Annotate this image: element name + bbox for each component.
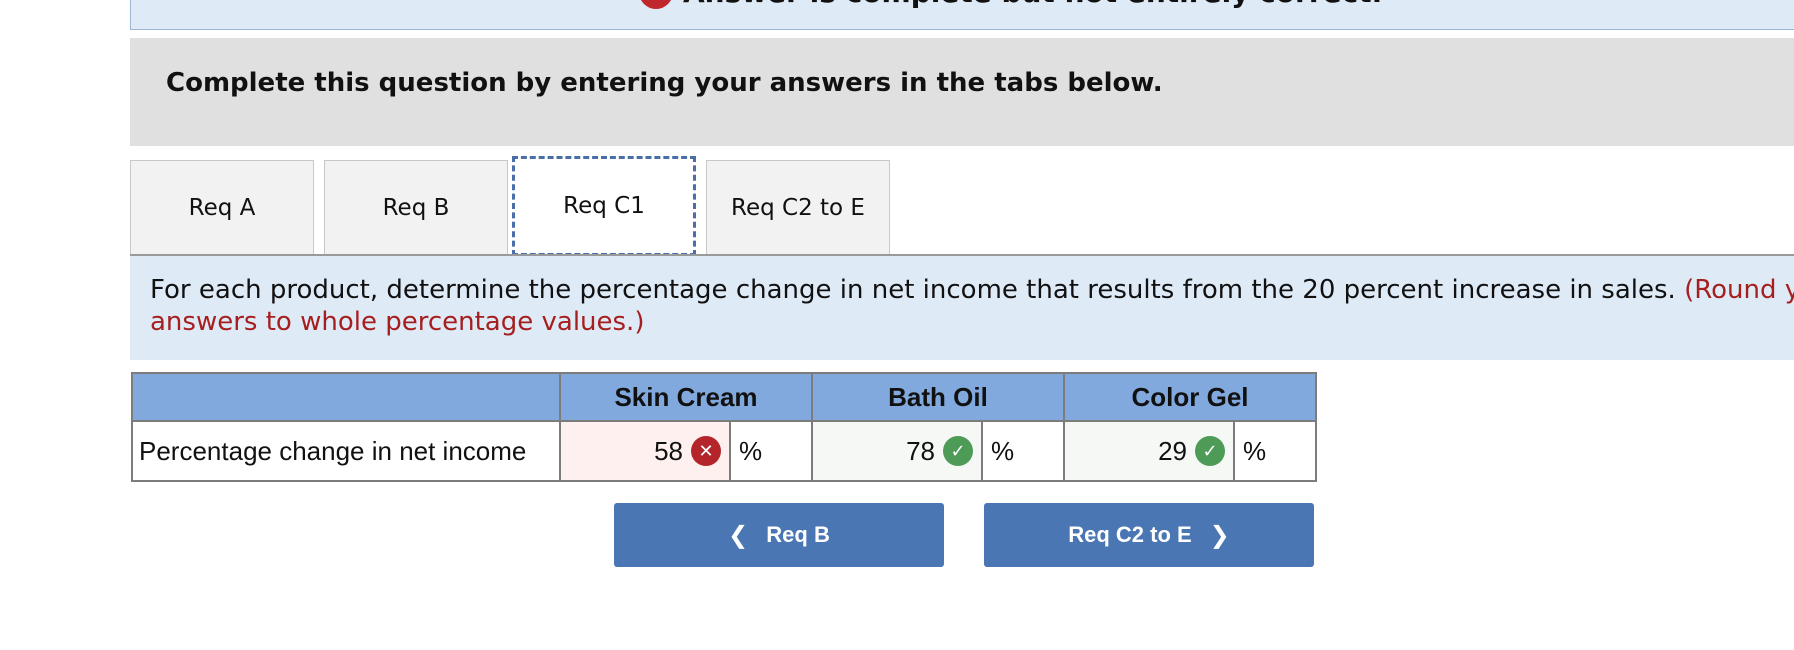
bath-oil-value: 78 bbox=[906, 435, 935, 466]
table-header-row: Skin Cream Bath Oil Color Gel bbox=[131, 372, 1317, 422]
color-gel-input[interactable]: 29 ✓ bbox=[1063, 420, 1235, 482]
chevron-left-icon: ❮ bbox=[728, 521, 749, 549]
percent-unit: % bbox=[1233, 420, 1317, 482]
header-bath-oil: Bath Oil bbox=[811, 372, 1065, 422]
next-req-button[interactable]: Req C2 to E ❯ bbox=[984, 503, 1314, 567]
header-skin-cream: Skin Cream bbox=[559, 372, 813, 422]
incorrect-icon: ✕ bbox=[691, 436, 721, 466]
table-row: Percentage change in net income 58 ✕ % 7… bbox=[131, 420, 1317, 482]
header-blank bbox=[131, 372, 561, 422]
prompt-instruction: For each product, determine the percenta… bbox=[150, 275, 1676, 305]
skin-cream-value: 58 bbox=[654, 435, 683, 466]
correct-check-icon: ✓ bbox=[943, 436, 973, 466]
skin-cream-input[interactable]: 58 ✕ bbox=[559, 420, 731, 482]
tab-req-c2-to-e[interactable]: Req C2 to E bbox=[706, 160, 890, 254]
instruction-box: Complete this question by entering your … bbox=[130, 38, 1794, 146]
chevron-right-icon: ❯ bbox=[1209, 521, 1230, 549]
percent-unit: % bbox=[981, 420, 1065, 482]
prev-req-label: Req B bbox=[766, 522, 830, 547]
tab-req-a[interactable]: Req A bbox=[130, 160, 314, 254]
percent-unit: % bbox=[729, 420, 813, 482]
row-label: Percentage change in net income bbox=[131, 420, 561, 482]
next-req-label: Req C2 to E bbox=[1068, 522, 1192, 547]
instruction-text: Complete this question by entering your … bbox=[166, 68, 1163, 98]
question-prompt: For each product, determine the percenta… bbox=[130, 256, 1794, 360]
answer-table: Skin Cream Bath Oil Color Gel Percentage… bbox=[131, 372, 1317, 482]
header-color-gel: Color Gel bbox=[1063, 372, 1317, 422]
x-circle-icon: ✕ bbox=[639, 0, 673, 9]
result-banner-text: Answer is complete but not entirely corr… bbox=[683, 0, 1382, 9]
result-banner: ✕ Answer is complete but not entirely co… bbox=[130, 0, 1794, 30]
correct-check-icon: ✓ bbox=[1195, 436, 1225, 466]
tab-req-b[interactable]: Req B bbox=[324, 160, 508, 254]
result-banner-content: ✕ Answer is complete but not entirely co… bbox=[639, 0, 1382, 9]
bath-oil-input[interactable]: 78 ✓ bbox=[811, 420, 983, 482]
tab-req-c1[interactable]: Req C1 bbox=[512, 156, 696, 256]
prev-req-button[interactable]: ❮ Req B bbox=[614, 503, 944, 567]
color-gel-value: 29 bbox=[1158, 435, 1187, 466]
question-prompt-text: For each product, determine the percenta… bbox=[150, 274, 1794, 338]
